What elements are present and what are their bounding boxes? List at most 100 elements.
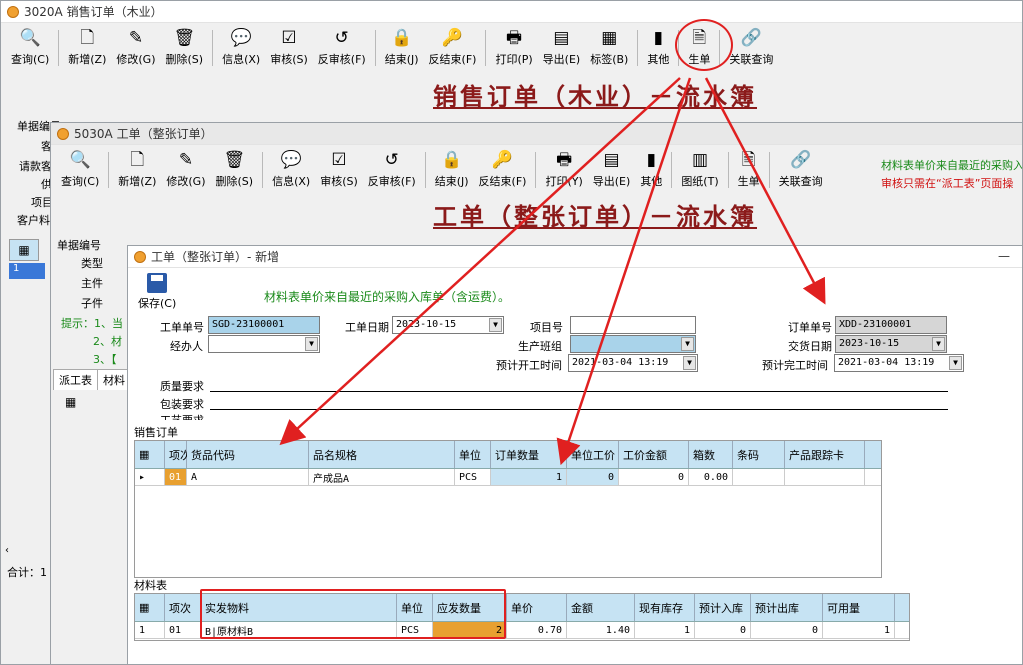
material-col-header[interactable]: 预计入库 [695,594,751,621]
win2-btn-10[interactable]: ▤ 导出(E) [589,149,635,189]
win1-btn-7[interactable]: 🔒 结束(J) [381,27,423,67]
table-cell[interactable]: 01 [165,622,201,638]
table-cell[interactable]: 1 [635,622,695,638]
table-cell[interactable]: 0.00 [689,469,733,485]
win2-btn-14[interactable]: 🔗 关联查询 [775,149,827,189]
win1-btn-14[interactable]: 🔗 关联查询 [725,27,777,67]
toolbar-label: 图纸(T) [681,175,719,188]
win2-btn-11[interactable]: ▮ 其他 [636,149,666,189]
win1-btn-9[interactable]: 🖶 打印(P) [491,27,536,67]
quality-field[interactable] [210,376,948,392]
win2-btn-2[interactable]: ✎ 修改(G) [162,149,209,189]
win2-btn-1[interactable]: 🗋 新增(Z) [114,149,160,189]
grid-row-selected[interactable]: 1 [9,263,45,279]
win2-btn-5[interactable]: ☑ 审核(S) [316,149,362,189]
tip-line-3: 3、【 [93,353,117,366]
win2-btn-3[interactable]: 🗑 删除(S) [212,149,258,189]
table-cell[interactable]: 1 [823,622,895,638]
material-col-header[interactable]: 预计出库 [751,594,823,621]
project-field[interactable] [570,316,696,334]
table-cell[interactable]: 1 [135,622,165,638]
sales-col-header[interactable]: 产品跟踪卡 [785,441,865,468]
sales-col-header[interactable]: 单位工价 [567,441,619,468]
sales-col-header[interactable]: 订单数量 [491,441,567,468]
save-button[interactable]: 保存(C) [138,273,176,311]
win2-btn-12[interactable]: ▥ 图纸(T) [677,149,722,189]
table-cell[interactable]: 1 [491,469,567,485]
win1-btn-0[interactable]: 🔍 查询(C) [7,27,53,67]
date-dropdown-icon[interactable]: ▼ [489,318,502,332]
sales-col-header[interactable]: 货品代码 [187,441,309,468]
material-col-header[interactable]: 现有库存 [635,594,695,621]
sales-col-header[interactable]: 工价金额 [619,441,689,468]
sales-grid: ▦ 项次 货品代码 品名规格 单位 订单数量 单位工价 工价金额 箱数 条码 产品跟踪卡 ▸ 01 A 产… [134,440,882,578]
win1-btn-3[interactable]: 🗑 删除(S) [162,27,208,67]
table-cell[interactable]: 0 [567,469,619,485]
table-cell[interactable]: 0.70 [507,622,567,638]
new-work-order-dialog: 工单（整张订单）- 新增 — 保存(C) 材料表单价来自最近的采购入库单（含运费… [127,245,1023,665]
win1-btn-10[interactable]: ▤ 导出(E) [539,27,585,67]
plan-end-dropdown-icon[interactable]: ▼ [949,356,962,370]
new-doc-icon: 🗋 [130,149,145,170]
delete-icon: 🗑 [223,149,246,170]
win1-btn-1[interactable]: 🗋 新增(Z) [64,27,110,67]
win1-btn-5[interactable]: ☑ 审核(S) [266,27,312,67]
win2-btn-8[interactable]: 🔑 反结束(F) [475,149,531,189]
material-col-header[interactable]: 金额 [567,594,635,621]
table-cell[interactable]: 01 [165,469,187,485]
plan-start-dropdown-icon[interactable]: ▼ [683,356,696,370]
material-col-header[interactable]: 项次 [165,594,201,621]
table-cell[interactable] [733,469,785,485]
sales-col-header[interactable]: 箱数 [689,441,733,468]
plan-end-field[interactable]: 2021-03-04 13:19 ▼ [834,354,964,372]
material-col-header[interactable]: 可用量 [823,594,895,621]
win1-btn-12[interactable]: ▮ 其他 [643,27,673,67]
win1-btn-6[interactable]: ↺ 反审核(F) [314,27,370,67]
win2-btn-9[interactable]: 🖶 打印(Y) [541,149,586,189]
order-no-field[interactable]: SGD-23100001 [208,316,320,334]
win2-btn-13[interactable]: 🗎 生单 [734,149,764,189]
win1-btn-2[interactable]: ✎ 修改(G) [112,27,159,67]
win1-btn-4[interactable]: 💬 信息(X) [218,27,264,67]
table-cell[interactable]: 0 [695,622,751,638]
sales-col-header[interactable]: 单位 [455,441,491,468]
table-cell[interactable]: A [187,469,309,485]
delivery-dropdown-icon[interactable]: ▼ [932,337,945,351]
table-cell[interactable]: 0 [751,622,823,638]
sales-no-field[interactable]: XDD-23100001 [835,316,947,334]
table-cell[interactable]: 0 [619,469,689,485]
pack-field[interactable] [210,394,948,410]
win2-btn-7[interactable]: 🔒 结束(J) [431,149,473,189]
win2-btn-0[interactable]: 🔍 查询(C) [57,149,103,189]
table-cell[interactable] [785,469,865,485]
win2-btn-6[interactable]: ↺ 反审核(F) [364,149,420,189]
material-col-header[interactable]: 单价 [507,594,567,621]
table-cell[interactable]: 1.40 [567,622,635,638]
key-icon: 🔑 [491,149,514,170]
label-handler: 经办人 [170,340,203,353]
win2-btn-4[interactable]: 💬 信息(X) [268,149,314,189]
win1-btn-11[interactable]: ▦ 标签(B) [586,27,632,67]
link-icon: 🔗 [740,27,762,48]
sales-col-header[interactable]: 品名规格 [309,441,455,468]
delivery-field[interactable]: 2023-10-15 ▼ [835,335,947,353]
drawing-icon: ▥ [691,149,708,170]
scroll-left-arrow[interactable]: ‹ [5,545,9,556]
handler-field[interactable]: ▼ [208,335,320,353]
minimize-button[interactable]: — [998,249,1010,263]
team-dropdown-icon[interactable]: ▼ [681,337,694,351]
team-field[interactable]: ▼ [570,335,696,353]
table-cell[interactable]: 产成品A [309,469,455,485]
sales-col-header[interactable]: 项次 [165,441,191,468]
table-cell[interactable]: PCS [455,469,491,485]
sales-col-header[interactable]: 条码 [733,441,785,468]
tab-dispatch[interactable]: 派工表 [53,369,98,390]
handler-dropdown-icon[interactable]: ▼ [305,337,318,351]
tab-materials[interactable]: 材料 [97,369,131,390]
win1-btn-8[interactable]: 🔑 反结束(F) [425,27,481,67]
table-row[interactable]: ▸ 01 A 产成品A PCS 1 0 0 0.00 [135,469,881,486]
order-date-field[interactable]: 2023-10-15 ▼ [392,316,504,334]
toolbar-label: 结束(J) [434,175,469,188]
row-marker-icon: ▸ [135,469,165,485]
plan-start-field[interactable]: 2021-03-04 13:19 ▼ [568,354,698,372]
